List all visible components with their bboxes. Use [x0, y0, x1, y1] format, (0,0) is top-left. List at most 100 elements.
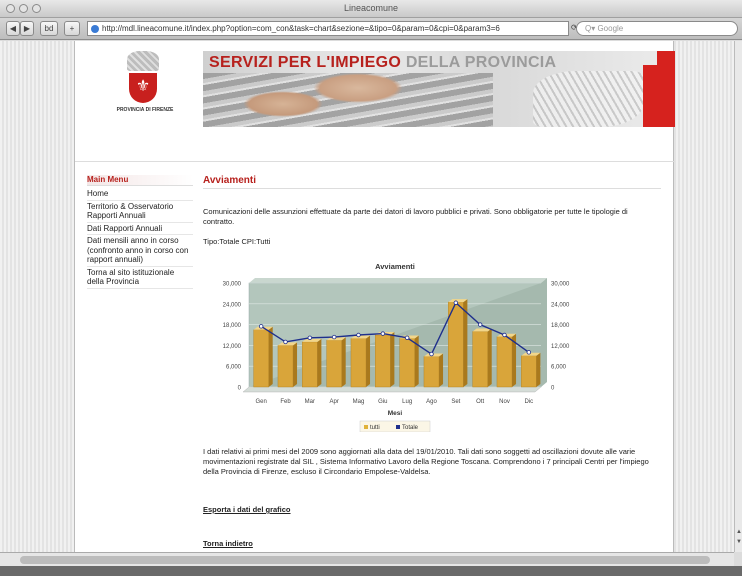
bar-tutti: [472, 331, 488, 388]
y-tick-label-left: 30,000: [223, 282, 242, 288]
bar-tutti: [423, 356, 440, 388]
line-point: [331, 334, 337, 340]
add-bookmark-button[interactable]: +: [64, 21, 80, 36]
x-tick-label: Lug: [402, 399, 412, 405]
x-tick-label: Ott: [476, 399, 484, 405]
x-tick-label: Dic: [524, 399, 533, 405]
line-point: [526, 350, 532, 355]
url-text: http://mdl.lineacomune.it/index.php?opti…: [102, 24, 500, 33]
filter-text: Tipo:Totale CPI:Tutti: [203, 237, 271, 246]
menu-item-dati-rapporti[interactable]: Dati Rapporti Annuali: [87, 223, 193, 235]
logo-caption: PROVINCIA DI FIRENZE: [116, 107, 174, 113]
x-tick-label: Apr: [329, 399, 338, 405]
x-tick-label: Set: [451, 399, 460, 405]
site-title-red: SERVIZI PER L'IMPIEGO: [209, 54, 402, 71]
y-tick-label-right: 30,000: [551, 282, 570, 288]
line-point: [283, 339, 288, 345]
scroll-down-icon[interactable]: ▼: [735, 539, 742, 545]
bookmarks-button[interactable]: bd: [40, 21, 58, 36]
bar-side: [366, 335, 371, 387]
page-title: Avviamenti: [203, 175, 661, 189]
horizontal-scrollbar[interactable]: [0, 552, 734, 566]
x-axis-label: Mesi: [388, 410, 403, 417]
hand-image: [243, 91, 323, 117]
menu-item-home[interactable]: Home: [87, 188, 193, 201]
y-tick-label-right: 0: [551, 386, 555, 392]
bar-side: [536, 352, 541, 387]
forward-button[interactable]: ▶: [20, 21, 34, 36]
scrollbar-thumb[interactable]: [20, 556, 710, 564]
menu-title: Main Menu: [87, 175, 193, 186]
x-tick-label: Nov: [499, 399, 510, 405]
legend-swatch-tutti: [364, 425, 368, 429]
line-point: [258, 324, 264, 329]
title-bar: Lineacomune: [0, 0, 742, 18]
bar-side: [390, 332, 395, 387]
vertical-scrollbar[interactable]: ▲ ▼: [734, 41, 742, 552]
bar-side: [317, 338, 322, 387]
menu-item-territorio[interactable]: Territorio & Osservatorio Rapporti Annua…: [87, 201, 193, 223]
back-button[interactable]: ◀: [6, 21, 20, 36]
y-tick-label-right: 24,000: [551, 302, 570, 308]
bar-side: [487, 328, 492, 387]
chart-container: Avviamenti 0 0 6,000 6,000 12,000 12,000 18,000…: [203, 257, 583, 433]
export-data-link[interactable]: Esporta i dati del grafico: [203, 505, 291, 514]
x-tick-label: Feb: [280, 399, 291, 405]
line-point: [477, 322, 483, 327]
bar-side: [293, 342, 298, 387]
crown-icon: [127, 51, 159, 71]
line-point: [502, 332, 507, 338]
legend-swatch-totale: [396, 425, 400, 429]
header-banner: SERVIZI PER L'IMPIEGO DELLA PROVINCIA: [203, 51, 675, 127]
site-title: SERVIZI PER L'IMPIEGO DELLA PROVINCIA: [209, 54, 556, 72]
bar-tutti: [375, 334, 391, 388]
line-point: [429, 351, 434, 357]
x-tick-label: Ago: [426, 399, 437, 405]
menu-item-dati-mensili[interactable]: Dati mensili anno in corso (confronto an…: [87, 235, 193, 267]
main-menu: Main Menu Home Territorio & Osservatorio…: [87, 175, 193, 289]
bar-tutti: [277, 345, 294, 388]
bar-tutti: [326, 339, 342, 388]
red-accent: [643, 65, 657, 127]
legend-label-tutti: tutti: [370, 425, 380, 431]
y-tick-label-right: 18,000: [551, 323, 570, 329]
url-field[interactable]: http://mdl.lineacomune.it/index.php?opti…: [87, 21, 569, 36]
bar-tutti: [521, 355, 537, 388]
bar-tutti: [350, 338, 367, 388]
main-content: Avviamenti Comunicazioni delle assunzion…: [203, 175, 661, 548]
scroll-up-icon[interactable]: ▲: [735, 529, 742, 535]
y-tick-label-right: 6,000: [551, 365, 567, 371]
y-tick-label-left: 6,000: [226, 365, 242, 371]
line-point: [404, 335, 410, 340]
y-tick-label-left: 24,000: [223, 302, 242, 308]
back-link[interactable]: Torna indietro: [203, 539, 253, 548]
lily-icon: ⚜: [135, 78, 151, 95]
bar-side: [268, 326, 273, 387]
x-tick-label: Gen: [255, 399, 266, 405]
search-field[interactable]: Q▾ Google: [576, 21, 738, 36]
browser-toolbar: ◀ ▶ bd + http://mdl.lineacomune.it/index…: [0, 18, 742, 40]
data-note: I dati relativi ai primi mesi del 2009 s…: [203, 447, 649, 476]
provincia-logo[interactable]: ⚜ PROVINCIA DI FIRENZE: [115, 51, 175, 127]
chart-floor: [242, 386, 542, 393]
bar-tutti: [253, 329, 269, 388]
y-tick-label-left: 12,000: [223, 344, 242, 350]
line-point: [307, 335, 313, 340]
red-accent: [657, 51, 675, 127]
globe-icon: [91, 25, 99, 33]
line-point: [356, 332, 361, 338]
x-tick-label: Giu: [378, 399, 387, 405]
bar-tutti: [496, 336, 513, 388]
avviamenti-chart: Avviamenti 0 0 6,000 6,000 12,000 12,000 18,000…: [223, 262, 570, 433]
y-tick-label-right: 12,000: [551, 344, 570, 350]
chart-back-top: [249, 278, 547, 283]
page-viewport: ⚜ PROVINCIA DI FIRENZE SERVIZI PER L'IMP…: [0, 41, 734, 552]
bar-side: [341, 337, 346, 387]
page-container: ⚜ PROVINCIA DI FIRENZE SERVIZI PER L'IMP…: [74, 41, 675, 552]
chart-title: Avviamenti: [375, 262, 415, 271]
bar-tutti: [399, 338, 415, 388]
menu-item-sito-istituzionale[interactable]: Torna al sito istituzionale della Provin…: [87, 267, 193, 289]
x-tick-label: Mag: [353, 399, 365, 405]
bar-side: [439, 353, 444, 387]
page-description: Comunicazioni delle assunzioni effettuat…: [203, 207, 628, 226]
